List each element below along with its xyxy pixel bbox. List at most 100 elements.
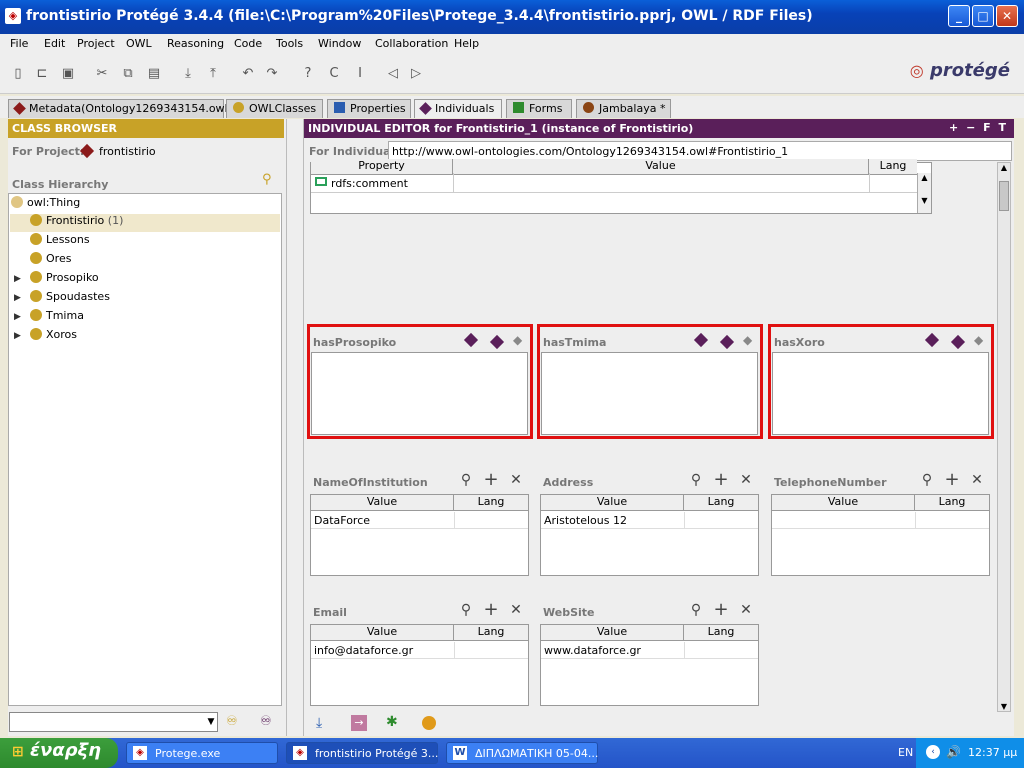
tab-individuals[interactable]: Individuals: [414, 99, 502, 118]
tab-jambalaya[interactable]: Jambalaya *: [576, 99, 671, 118]
scroll-up-icon[interactable]: ▲: [918, 173, 931, 182]
open-project-icon[interactable]: ⊏: [34, 66, 50, 82]
delete-value-icon[interactable]: ✕: [738, 602, 754, 618]
expand-arrow-icon[interactable]: ▶: [14, 293, 21, 303]
table-row[interactable]: info@dataforce.gr: [311, 642, 528, 659]
paste-icon[interactable]: ▤: [146, 66, 162, 82]
tray-expand-icon[interactable]: ‹: [926, 745, 940, 759]
create-instance-icon[interactable]: [693, 332, 709, 348]
add-value-icon[interactable]: +: [483, 471, 499, 489]
widget-list[interactable]: [772, 352, 989, 435]
tree-node-spoudastes[interactable]: Spoudastes: [30, 290, 110, 308]
query-icon[interactable]: ?: [300, 66, 316, 82]
tree-node-tmima[interactable]: Tmima: [30, 309, 84, 327]
value-cell[interactable]: Aristotelous 12: [544, 514, 627, 527]
create-instance-icon[interactable]: [924, 332, 940, 348]
cut-icon[interactable]: ✂: [94, 66, 110, 82]
menu-edit[interactable]: Edit: [44, 37, 65, 50]
value-cell[interactable]: DataForce: [314, 514, 370, 527]
new-class-icon[interactable]: [422, 716, 436, 730]
delete-value-icon[interactable]: ✕: [969, 472, 985, 488]
taskbar-item-protege-exe[interactable]: ◈ Protege.exe: [126, 742, 278, 764]
insert-icon[interactable]: ⤓: [180, 66, 196, 82]
maximize-button[interactable]: □: [972, 5, 994, 27]
remove-instance-icon[interactable]: ◆: [743, 333, 752, 347]
taskbar-item-word-doc[interactable]: W ΔΙΠΛΩΜΑΤΙΚΗ 05-04...: [446, 742, 598, 764]
tree-node-lessons[interactable]: Lessons: [30, 233, 90, 251]
menu-project[interactable]: Project: [77, 37, 115, 50]
menu-help[interactable]: Help: [454, 37, 479, 50]
add-instance-icon[interactable]: [719, 334, 735, 350]
scroll-down-icon[interactable]: ▼: [998, 702, 1010, 711]
menu-code[interactable]: Code: [234, 37, 262, 50]
expand-arrow-icon[interactable]: ▶: [14, 312, 21, 322]
tab-owlclasses[interactable]: OWLClasses: [226, 99, 323, 118]
bug-icon[interactable]: ✱: [386, 714, 398, 730]
minimize-button[interactable]: _: [948, 5, 970, 27]
editor-scrollbar[interactable]: ▲ ▼: [997, 162, 1011, 712]
scroll-thumb[interactable]: [999, 181, 1009, 211]
tree-node-frontistirio[interactable]: Frontistirio (1): [10, 214, 280, 232]
expand-arrow-icon[interactable]: ▶: [14, 331, 21, 341]
tree-node-owl-thing[interactable]: owl:Thing: [11, 196, 80, 214]
tree-node-ores[interactable]: Ores: [30, 252, 71, 270]
tab-forms[interactable]: Forms: [506, 99, 572, 118]
add-value-icon[interactable]: +: [713, 601, 729, 619]
create-instance-icon[interactable]: [463, 332, 479, 348]
view-magnifier-icon[interactable]: ⚲: [458, 602, 474, 618]
close-button[interactable]: ✕: [996, 5, 1018, 27]
widget-list[interactable]: [311, 352, 528, 435]
find-class-icon[interactable]: ⚲: [262, 172, 272, 187]
menu-window[interactable]: Window: [318, 37, 361, 50]
menu-reasoning[interactable]: Reasoning: [167, 37, 224, 50]
add-value-icon[interactable]: +: [483, 601, 499, 619]
widget-list[interactable]: [541, 352, 758, 435]
class-search-input[interactable]: [9, 712, 218, 732]
save-project-icon[interactable]: ▣: [60, 66, 76, 82]
new-project-icon[interactable]: ▯: [10, 66, 26, 82]
start-button[interactable]: ⊞ έναρξη: [0, 738, 118, 768]
forward-arrow-icon[interactable]: ▷: [408, 66, 424, 82]
import-icon[interactable]: ⤓: [316, 715, 322, 731]
tab-properties[interactable]: Properties: [327, 99, 411, 118]
view-magnifier-icon[interactable]: ⚲: [919, 472, 935, 488]
delete-value-icon[interactable]: ✕: [508, 472, 524, 488]
tree-node-prosopiko[interactable]: Prosopiko: [30, 271, 99, 289]
table-row[interactable]: rdfs:comment: [311, 173, 917, 193]
add-instance-icon[interactable]: [489, 334, 505, 350]
menu-owl[interactable]: OWL: [126, 37, 152, 50]
annotations-scrollbar[interactable]: ▲ ▼: [917, 173, 931, 213]
table-row[interactable]: DataForce: [311, 512, 528, 529]
scroll-down-icon[interactable]: ▼: [918, 196, 931, 205]
value-cell[interactable]: info@dataforce.gr: [314, 644, 413, 657]
view-magnifier-icon[interactable]: ⚲: [688, 602, 704, 618]
find-binoculars-icon[interactable]: ♾: [226, 714, 238, 729]
delete-value-icon[interactable]: ✕: [508, 602, 524, 618]
copy-icon[interactable]: ⧉: [120, 66, 136, 82]
remove-instance-icon[interactable]: ◆: [974, 333, 983, 347]
search-dropdown-icon[interactable]: ▼: [204, 713, 218, 731]
scroll-up-icon[interactable]: ▲: [998, 163, 1010, 172]
tab-metadata[interactable]: Metadata(Ontology1269343154.owl): [8, 99, 232, 118]
undo-icon[interactable]: ↶: [240, 66, 256, 82]
individual-uri-field[interactable]: http://www.owl-ontologies.com/Ontology12…: [388, 141, 1012, 161]
expand-arrow-icon[interactable]: ▶: [14, 274, 21, 284]
menu-collaboration[interactable]: Collaboration: [375, 37, 448, 50]
table-row[interactable]: www.dataforce.gr: [541, 642, 758, 659]
add-value-icon[interactable]: +: [713, 471, 729, 489]
value-cell[interactable]: www.dataforce.gr: [544, 644, 641, 657]
taskbar-item-frontistirio[interactable]: ◈ frontistirio Protégé 3...: [286, 742, 438, 764]
add-value-icon[interactable]: +: [944, 471, 960, 489]
redo-icon[interactable]: ↷: [264, 66, 280, 82]
arrow-icon[interactable]: →: [351, 715, 367, 731]
table-row[interactable]: [772, 512, 989, 529]
tree-node-xoros[interactable]: Xoros: [30, 328, 77, 346]
view-magnifier-icon[interactable]: ⚲: [458, 472, 474, 488]
find-all-binoculars-icon[interactable]: ♾: [260, 714, 272, 729]
add-instance-icon[interactable]: [950, 334, 966, 350]
consistency-icon[interactable]: C: [326, 66, 342, 82]
language-indicator[interactable]: EN: [898, 746, 913, 759]
pane-splitter[interactable]: [286, 119, 304, 736]
menu-file[interactable]: File: [10, 37, 28, 50]
delete-value-icon[interactable]: ✕: [738, 472, 754, 488]
